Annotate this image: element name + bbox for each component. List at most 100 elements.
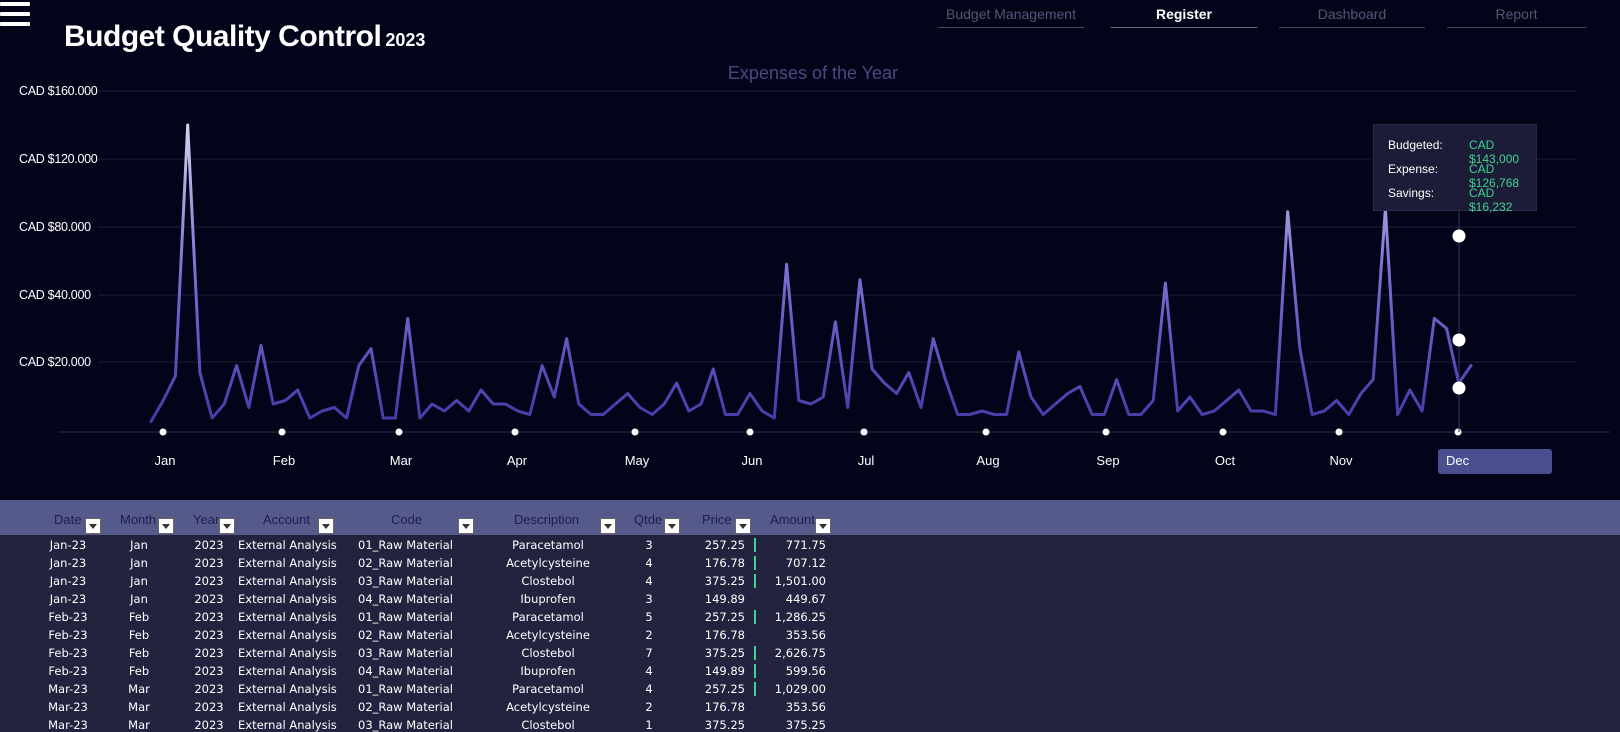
column-header-year[interactable]: Year — [193, 512, 219, 527]
tooltip-budgeted: Budgeted: CAD $143,000 — [1388, 138, 1538, 166]
table-row[interactable]: Mar-23 Mar 2023 External Analysis 01_Raw Mat… — [0, 680, 1620, 698]
amount-databar — [754, 538, 756, 552]
cell-year: 2023 — [194, 610, 224, 624]
filter-dropdown-date[interactable] — [85, 518, 101, 534]
cell-price: 149.89 — [704, 664, 745, 678]
table-row[interactable]: Feb-23 Feb 2023 External Analysis 03_Raw Mat… — [0, 644, 1620, 662]
filter-dropdown-month[interactable] — [158, 518, 174, 534]
filter-dropdown-year[interactable] — [219, 518, 235, 534]
cell-qtde: 5 — [645, 610, 653, 624]
column-header-code[interactable]: Code — [391, 512, 422, 527]
tooltip-expense: Expense: CAD $126,768 — [1388, 162, 1538, 190]
cell-price: 375.25 — [704, 718, 745, 732]
cell-code: 02_Raw Material — [358, 556, 453, 570]
column-header-price[interactable]: Price — [702, 512, 732, 527]
column-header-amount[interactable]: Amount — [770, 512, 815, 527]
cell-month: Mar — [128, 682, 150, 696]
cell-price: 176.78 — [704, 628, 745, 642]
cell-code: 04_Raw Material — [358, 664, 453, 678]
cell-description: Clostebol — [521, 646, 575, 660]
cell-date: Jan-23 — [49, 574, 87, 588]
cell-month: Feb — [128, 664, 150, 678]
filter-dropdown-price[interactable] — [735, 518, 751, 534]
cell-code: 01_Raw Material — [358, 538, 453, 552]
cell-year: 2023 — [194, 700, 224, 714]
cell-description: Acetylcysteine — [506, 628, 590, 642]
column-header-description[interactable]: Description — [514, 512, 579, 527]
cell-date: Feb-23 — [48, 610, 88, 624]
cell-date: Feb-23 — [48, 646, 88, 660]
amount-databar — [754, 682, 756, 696]
table-row[interactable]: Jan-23 Jan 2023 External Analysis 03_Raw Mat… — [0, 572, 1620, 590]
cell-description: Ibuprofen — [520, 664, 576, 678]
cell-qtde: 3 — [645, 538, 653, 552]
cell-date: Jan-23 — [49, 592, 87, 606]
filter-dropdown-description[interactable] — [600, 518, 616, 534]
x-axis-dot — [1219, 428, 1227, 436]
cell-amount: 1,286.25 — [774, 610, 826, 624]
cell-qtde: 2 — [645, 628, 653, 642]
column-header-month[interactable]: Month — [120, 512, 156, 527]
cell-qtde: 4 — [645, 664, 653, 678]
cell-amount: 771.75 — [785, 538, 826, 552]
cell-qtde: 2 — [645, 700, 653, 714]
savings-marker — [1452, 381, 1466, 395]
filter-dropdown-account[interactable] — [318, 518, 334, 534]
x-axis-dot — [860, 428, 868, 436]
cell-year: 2023 — [194, 664, 224, 678]
tooltip-savings-value: CAD $16,232 — [1469, 186, 1513, 214]
table-row[interactable]: Feb-23 Feb 2023 External Analysis 01_Raw Mat… — [0, 608, 1620, 626]
cell-month: Mar — [128, 700, 150, 714]
table-row[interactable]: Feb-23 Feb 2023 External Analysis 04_Raw Mat… — [0, 662, 1620, 680]
cell-code: 02_Raw Material — [358, 700, 453, 714]
table-row[interactable]: Mar-23 Mar 2023 External Analysis 02_Raw Mat… — [0, 698, 1620, 716]
cell-account: External Analysis — [238, 682, 337, 696]
cell-account: External Analysis — [238, 610, 337, 624]
amount-databar — [754, 556, 756, 570]
cell-description: Acetylcysteine — [506, 700, 590, 714]
tooltip-expense-label: Expense: — [1388, 162, 1439, 176]
table-row[interactable]: Mar-23 Mar 2023 External Analysis 03_Raw Mat… — [0, 716, 1620, 732]
cell-date: Feb-23 — [48, 664, 88, 678]
column-header-account[interactable]: Account — [263, 512, 310, 527]
cell-amount: 449.67 — [785, 592, 826, 606]
table-row[interactable]: Feb-23 Feb 2023 External Analysis 02_Raw Mat… — [0, 626, 1620, 644]
x-axis-dot — [1102, 428, 1110, 436]
x-axis-dot — [395, 428, 403, 436]
y-tick-label: CAD $120.000 — [19, 152, 98, 166]
x-axis-dot — [511, 428, 519, 436]
cell-description: Clostebol — [521, 574, 575, 588]
x-axis-dot — [159, 428, 167, 436]
cell-account: External Analysis — [238, 556, 337, 570]
column-header-date[interactable]: Date — [54, 512, 81, 527]
cell-account: External Analysis — [238, 700, 337, 714]
y-tick-label: CAD $160.000 — [19, 84, 98, 98]
filter-dropdown-amount[interactable] — [815, 518, 831, 534]
cell-code: 03_Raw Material — [358, 574, 453, 588]
cell-date: Mar-23 — [48, 718, 88, 732]
table-row[interactable]: Jan-23 Jan 2023 External Analysis 04_Raw Mat… — [0, 590, 1620, 608]
y-tick-label: CAD $40.000 — [19, 288, 91, 302]
cell-amount: 2,626.75 — [774, 646, 826, 660]
y-tick-label: CAD $20.000 — [19, 355, 91, 369]
cell-amount: 353.56 — [785, 700, 826, 714]
x-tick-label: May — [625, 453, 650, 468]
x-tick-label: Nov — [1329, 453, 1353, 468]
filter-dropdown-qtde[interactable] — [664, 518, 680, 534]
cell-month: Feb — [128, 646, 150, 660]
cell-date: Mar-23 — [48, 682, 88, 696]
cell-code: 03_Raw Material — [358, 646, 453, 660]
cell-description: Acetylcysteine — [506, 556, 590, 570]
cell-account: External Analysis — [238, 538, 337, 552]
cell-price: 149.89 — [704, 592, 745, 606]
column-header-qtde[interactable]: Qtde — [634, 512, 662, 527]
filter-dropdown-code[interactable] — [458, 518, 474, 534]
tooltip-savings-label: Savings: — [1388, 186, 1435, 200]
cell-month: Jan — [130, 592, 148, 606]
cell-qtde: 3 — [645, 592, 653, 606]
amount-databar — [754, 610, 756, 624]
table-row[interactable]: Jan-23 Jan 2023 External Analysis 02_Raw Mat… — [0, 554, 1620, 572]
cell-account: External Analysis — [238, 664, 337, 678]
table-row[interactable]: Jan-23 Jan 2023 External Analysis 01_Raw Mat… — [0, 536, 1620, 554]
cell-price: 257.25 — [704, 610, 745, 624]
